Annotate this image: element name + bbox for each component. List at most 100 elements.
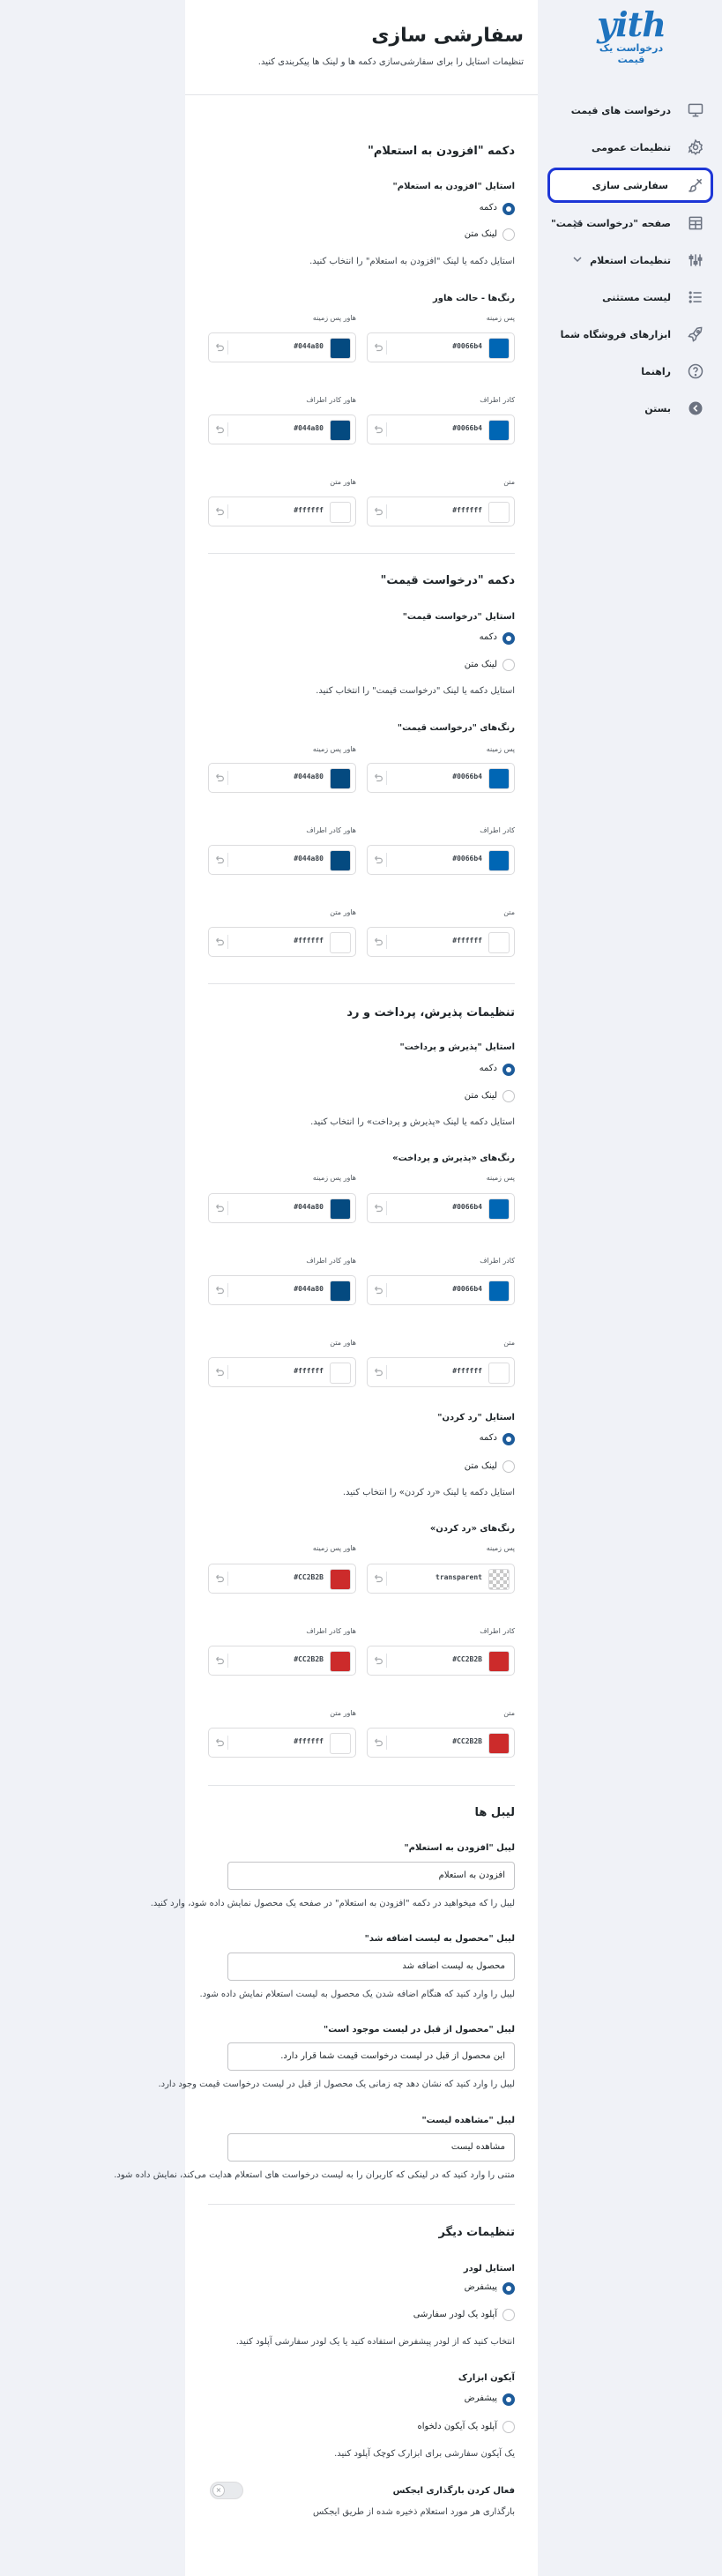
color-chip[interactable] bbox=[488, 338, 510, 359]
color-chip[interactable] bbox=[330, 1281, 351, 1302]
color-picker-border-hover[interactable]: #CC2B2B bbox=[208, 1646, 356, 1676]
request-quote-style-link-radio[interactable] bbox=[502, 659, 515, 671]
color-picker-border-hover[interactable]: #044a80 bbox=[208, 414, 356, 444]
color-picker-bg-hover[interactable]: #CC2B2B bbox=[208, 1564, 356, 1594]
chevron-down-icon[interactable] bbox=[572, 254, 583, 265]
color-chip[interactable] bbox=[330, 932, 351, 953]
color-picker-text[interactable]: #CC2B2B bbox=[367, 1728, 515, 1758]
color-picker-text[interactable]: #ffffff bbox=[367, 927, 515, 957]
undo-icon[interactable] bbox=[373, 340, 387, 355]
color-picker-border-hover[interactable]: #044a80 bbox=[208, 845, 356, 875]
color-chip[interactable] bbox=[488, 502, 510, 523]
undo-icon[interactable] bbox=[373, 935, 387, 949]
accept-style-link-radio[interactable] bbox=[502, 1090, 515, 1102]
reject-style-link-radio[interactable] bbox=[502, 1460, 515, 1473]
undo-icon[interactable] bbox=[214, 1201, 228, 1215]
color-picker-text[interactable]: #ffffff bbox=[367, 1357, 515, 1387]
color-picker-bg[interactable]: transparent bbox=[367, 1564, 515, 1594]
sidebar-item-quote-settings[interactable]: تنظیمات استعلام bbox=[547, 242, 713, 279]
ajax-loading-toggle[interactable]: × bbox=[210, 2482, 243, 2499]
undo-icon[interactable] bbox=[373, 1365, 387, 1379]
undo-icon[interactable] bbox=[373, 1201, 387, 1215]
undo-icon[interactable] bbox=[373, 504, 387, 519]
color-chip[interactable] bbox=[330, 420, 351, 441]
color-picker-text-hover[interactable]: #ffffff bbox=[208, 1357, 356, 1387]
color-chip[interactable] bbox=[330, 502, 351, 523]
color-chip[interactable] bbox=[488, 1363, 510, 1384]
color-picker-text[interactable]: #ffffff bbox=[367, 497, 515, 526]
undo-icon[interactable] bbox=[214, 504, 228, 519]
color-picker-bg-hover[interactable]: #044a80 bbox=[208, 763, 356, 793]
sidebar-item-quote-page[interactable]: صفحه "درخواست قیمت" bbox=[547, 205, 713, 242]
sidebar-item-store-tools[interactable]: ابزارهای فروشگاه شما bbox=[547, 316, 713, 353]
add-quote-style-button-radio[interactable] bbox=[502, 203, 515, 215]
product-exists-input[interactable]: این محصول از قبل در لیست درخواست قیمت شم… bbox=[227, 2042, 515, 2071]
color-picker-bg[interactable]: #0066b4 bbox=[367, 763, 515, 793]
undo-icon[interactable] bbox=[373, 1654, 387, 1668]
undo-icon[interactable] bbox=[373, 1736, 387, 1750]
loader-custom-radio[interactable] bbox=[502, 2309, 515, 2321]
undo-icon[interactable] bbox=[373, 1572, 387, 1586]
color-chip[interactable] bbox=[330, 1733, 351, 1754]
undo-icon[interactable] bbox=[373, 1283, 387, 1297]
chevron-down-icon[interactable] bbox=[572, 217, 583, 228]
color-chip[interactable] bbox=[330, 1569, 351, 1590]
color-chip[interactable] bbox=[330, 1363, 351, 1384]
product-added-input[interactable]: محصول به لیست اضافه شد bbox=[227, 1953, 515, 1981]
sidebar-item-customization[interactable]: سفارشی سازی bbox=[547, 168, 713, 203]
color-chip[interactable] bbox=[488, 1569, 510, 1590]
undo-icon[interactable] bbox=[373, 853, 387, 867]
color-chip[interactable] bbox=[488, 1651, 510, 1672]
color-chip[interactable] bbox=[488, 1198, 510, 1220]
color-chip[interactable] bbox=[488, 932, 510, 953]
color-chip[interactable] bbox=[488, 420, 510, 441]
color-chip[interactable] bbox=[488, 850, 510, 871]
color-chip[interactable] bbox=[330, 338, 351, 359]
accept-style-button-radio[interactable] bbox=[502, 1064, 515, 1076]
widget-icon-default-radio[interactable] bbox=[502, 2393, 515, 2406]
color-chip[interactable] bbox=[330, 850, 351, 871]
color-picker-border[interactable]: #0066b4 bbox=[367, 845, 515, 875]
undo-icon[interactable] bbox=[214, 771, 228, 785]
undo-icon[interactable] bbox=[214, 1365, 228, 1379]
color-chip[interactable] bbox=[488, 1281, 510, 1302]
color-picker-text-hover[interactable]: #ffffff bbox=[208, 927, 356, 957]
color-picker-bg[interactable]: #0066b4 bbox=[367, 332, 515, 362]
undo-icon[interactable] bbox=[214, 340, 228, 355]
color-picker-border[interactable]: #CC2B2B bbox=[367, 1646, 515, 1676]
color-picker-border[interactable]: #0066b4 bbox=[367, 1275, 515, 1305]
undo-icon[interactable] bbox=[214, 935, 228, 949]
color-picker-text-hover[interactable]: #ffffff bbox=[208, 497, 356, 526]
reject-style-button-radio[interactable] bbox=[502, 1433, 515, 1445]
undo-icon[interactable] bbox=[214, 1572, 228, 1586]
widget-icon-custom-radio[interactable] bbox=[502, 2421, 515, 2433]
sidebar-item-exclusion-list[interactable]: لیست مستثنی bbox=[547, 279, 713, 316]
color-chip[interactable] bbox=[330, 1198, 351, 1220]
color-chip[interactable] bbox=[330, 768, 351, 789]
color-picker-bg-hover[interactable]: #044a80 bbox=[208, 332, 356, 362]
undo-icon[interactable] bbox=[214, 1736, 228, 1750]
color-chip[interactable] bbox=[330, 1651, 351, 1672]
color-picker-bg-hover[interactable]: #044a80 bbox=[208, 1193, 356, 1223]
sidebar-item-close[interactable]: بستن bbox=[547, 390, 713, 427]
undo-icon[interactable] bbox=[373, 771, 387, 785]
color-picker-bg[interactable]: #0066b4 bbox=[367, 1193, 515, 1223]
color-chip[interactable] bbox=[488, 768, 510, 789]
undo-icon[interactable] bbox=[373, 422, 387, 437]
view-list-input[interactable]: مشاهده لیست bbox=[227, 2133, 515, 2162]
add-to-quote-input[interactable]: افزودن به استعلام bbox=[227, 1862, 515, 1890]
sidebar-item-help[interactable]: راهنما bbox=[547, 353, 713, 390]
color-picker-border-hover[interactable]: #044a80 bbox=[208, 1275, 356, 1305]
sidebar-item-quote-requests[interactable]: درخواست های قیمت bbox=[547, 92, 713, 129]
undo-icon[interactable] bbox=[214, 1654, 228, 1668]
undo-icon[interactable] bbox=[214, 853, 228, 867]
color-picker-text-hover[interactable]: #ffffff bbox=[208, 1728, 356, 1758]
sidebar-item-general-settings[interactable]: تنظیمات عمومی bbox=[547, 129, 713, 166]
color-picker-border[interactable]: #0066b4 bbox=[367, 414, 515, 444]
color-chip[interactable] bbox=[488, 1733, 510, 1754]
add-quote-style-link-radio[interactable] bbox=[502, 228, 515, 241]
request-quote-style-button-radio[interactable] bbox=[502, 632, 515, 645]
undo-icon[interactable] bbox=[214, 422, 228, 437]
loader-default-radio[interactable] bbox=[502, 2282, 515, 2295]
undo-icon[interactable] bbox=[214, 1283, 228, 1297]
